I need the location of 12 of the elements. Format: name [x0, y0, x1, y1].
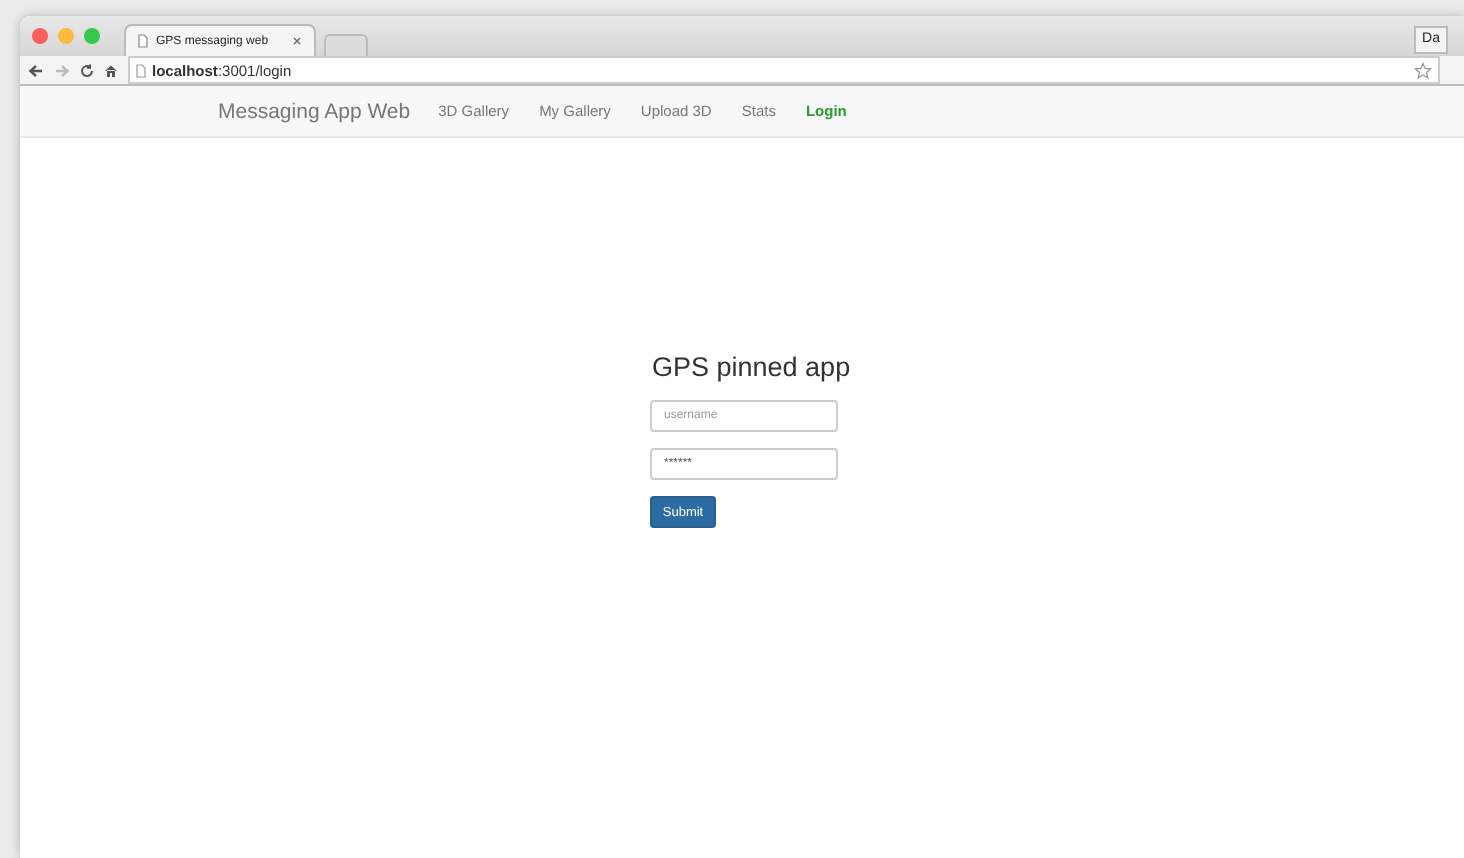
form-title: GPS pinned app [650, 350, 853, 384]
home-icon[interactable] [104, 63, 118, 77]
zoom-window-icon[interactable] [84, 28, 100, 44]
close-icon[interactable] [292, 36, 302, 46]
back-icon[interactable] [28, 63, 44, 77]
reload-icon[interactable] [80, 63, 94, 77]
star-icon[interactable] [1414, 61, 1432, 79]
forward-icon[interactable] [54, 63, 70, 77]
close-window-icon[interactable] [32, 28, 48, 44]
page-icon [136, 63, 146, 77]
page-icon [138, 34, 148, 48]
brand-link[interactable]: Messaging App Web [218, 99, 411, 123]
